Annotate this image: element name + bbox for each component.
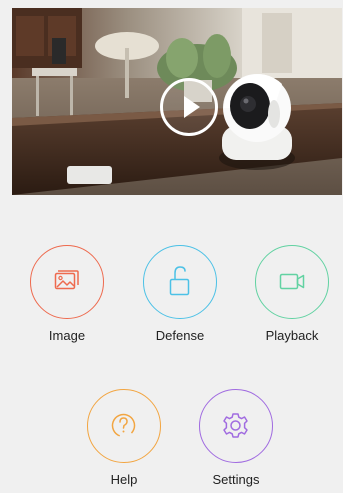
defense-action[interactable]: Defense [142, 245, 218, 343]
image-label: Image [48, 328, 86, 343]
defense-button[interactable] [143, 245, 217, 319]
playback-action[interactable]: Playback [254, 245, 330, 343]
help-button[interactable] [87, 389, 161, 463]
playback-label: Playback [265, 328, 319, 343]
unlock-icon [169, 266, 190, 296]
camera-video-preview[interactable] [12, 8, 342, 195]
question-icon [111, 413, 136, 438]
settings-label: Settings [212, 472, 260, 487]
help-label: Help [110, 472, 138, 487]
settings-action[interactable]: Settings [198, 389, 274, 487]
image-button[interactable] [30, 245, 104, 319]
defense-label: Defense [155, 328, 205, 343]
play-icon [184, 96, 200, 118]
help-action[interactable]: Help [86, 389, 162, 487]
image-action[interactable]: Image [29, 245, 105, 343]
gear-icon [223, 413, 248, 438]
app-screen: Image Defense Playback Help Settings [0, 0, 343, 493]
image-icon [54, 270, 79, 290]
video-camera-icon [279, 273, 305, 290]
play-button[interactable] [160, 78, 218, 136]
playback-button[interactable] [255, 245, 329, 319]
settings-button[interactable] [199, 389, 273, 463]
